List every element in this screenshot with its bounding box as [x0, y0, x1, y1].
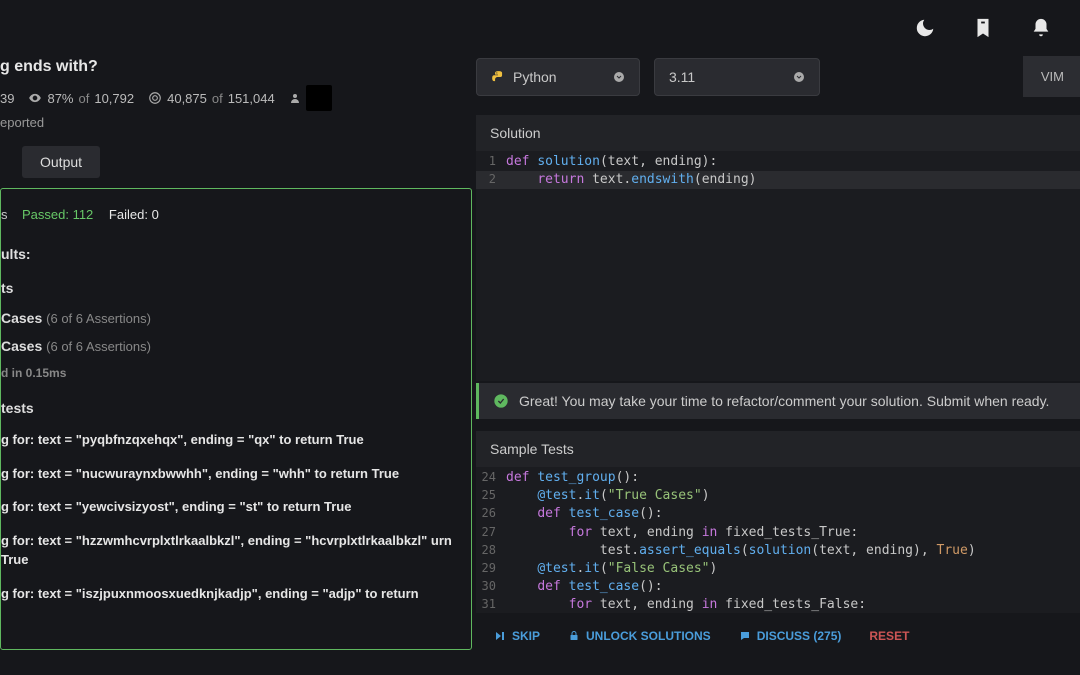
line-number: 25 — [476, 487, 506, 505]
line-number: 31 — [476, 596, 506, 613]
completed-time: d in 0.15ms — [1, 366, 459, 380]
test-result: g for: text = "yewcivsizyost", ending = … — [1, 497, 459, 517]
comment-icon — [739, 630, 751, 642]
skip-icon — [494, 630, 506, 642]
main: g ends with? 39 87% of 10,792 40,875 of … — [0, 56, 1080, 675]
version-select[interactable]: 3.11 — [654, 58, 820, 96]
solution-panel-head: Solution — [476, 115, 1080, 151]
output-panel: s Passed: 112 Failed: 0 ults: ts Cases (… — [0, 188, 472, 650]
code-line: def solution(text, ending): — [506, 153, 717, 171]
stat-completions: 40,875 of 151,044 — [148, 91, 275, 106]
line-number: 28 — [476, 542, 506, 560]
solution-editor[interactable]: 1def solution(text, ending): 2 return te… — [476, 151, 1080, 381]
passed-status: Passed: 112 — [22, 207, 93, 222]
line-number: 27 — [476, 524, 506, 542]
random-tests-section: tests — [1, 400, 459, 416]
chevron-down-icon — [793, 71, 805, 83]
test-result: g for: text = "nucwuraynxbwwhh", ending … — [1, 464, 459, 484]
test-result: g for: text = "iszjpuxnmoosxuedknjkadjp"… — [1, 584, 459, 604]
reset-button[interactable]: RESET — [859, 623, 919, 649]
author[interactable] — [289, 85, 332, 111]
action-bar: SKIP UNLOCK SOLUTIONS DISCUSS (275) RESE… — [476, 613, 1080, 649]
code-line: @test.it("True Cases") — [506, 487, 710, 505]
stat-count: 39 — [0, 91, 14, 106]
lang-label: Python — [513, 69, 557, 85]
avatar — [306, 85, 332, 111]
code-line: for text, ending in fixed_tests_False: — [506, 596, 866, 613]
eye-icon — [28, 91, 42, 105]
bell-icon[interactable] — [1030, 17, 1052, 39]
success-banner: Great! You may take your time to refacto… — [476, 383, 1080, 419]
selectors: Python 3.11 VIM — [476, 56, 1080, 97]
moon-icon[interactable] — [914, 17, 936, 39]
unlock-button[interactable]: UNLOCK SOLUTIONS — [558, 623, 721, 649]
tab-output[interactable]: Output — [22, 146, 100, 178]
sample-tests-editor[interactable]: 24def test_group(): 25 @test.it("True Ca… — [476, 467, 1080, 613]
code-line: return text.endswith(ending) — [506, 171, 757, 189]
code-line: def test_case(): — [506, 578, 663, 596]
line-number: 30 — [476, 578, 506, 596]
right-panel: Python 3.11 VIM Solution 1def solution(t… — [472, 56, 1080, 675]
line-number: 1 — [476, 153, 506, 171]
version-label: 3.11 — [669, 69, 695, 85]
chevron-down-icon — [613, 71, 625, 83]
vim-button[interactable]: VIM — [1023, 56, 1080, 97]
kata-title: g ends with? — [0, 58, 472, 76]
header — [0, 0, 1080, 56]
test-result: g for: text = "pyqbfnzqxehqx", ending = … — [1, 430, 459, 450]
results-heading: ults: — [1, 246, 459, 262]
sample-panel-head: Sample Tests — [476, 431, 1080, 467]
python-icon — [491, 70, 505, 84]
title-row: g ends with? — [0, 56, 472, 82]
test-result: g for: text = "hzzwmhcvrplxtlrkaalbkzl",… — [1, 531, 459, 570]
tabbar: Output — [0, 146, 472, 178]
code-line: test.assert_equals(solution(text, ending… — [506, 542, 976, 560]
code-line: def test_case(): — [506, 505, 663, 523]
user-icon — [289, 92, 301, 104]
reported-label: eported — [0, 115, 472, 140]
time-label: s — [1, 207, 8, 222]
true-cases: Cases (6 of 6 Assertions) — [1, 310, 459, 326]
line-number: 2 — [476, 171, 506, 189]
bookmark-icon[interactable] — [972, 17, 994, 39]
stats-row: 39 87% of 10,792 40,875 of 151,044 — [0, 82, 472, 115]
line-number: 26 — [476, 505, 506, 523]
failed-status: Failed: 0 — [109, 207, 159, 222]
code-line: @test.it("False Cases") — [506, 560, 717, 578]
check-circle-icon — [493, 393, 509, 409]
left-panel: g ends with? 39 87% of 10,792 40,875 of … — [0, 56, 472, 675]
line-number: 24 — [476, 469, 506, 487]
line-number: 29 — [476, 560, 506, 578]
target-icon — [148, 91, 162, 105]
skip-button[interactable]: SKIP — [484, 623, 550, 649]
fixed-tests-section: ts — [1, 280, 459, 296]
lock-icon — [568, 630, 580, 642]
stat-satisfaction: 87% of 10,792 — [28, 91, 134, 106]
discuss-button[interactable]: DISCUSS (275) — [729, 623, 852, 649]
status-line: s Passed: 112 Failed: 0 — [1, 207, 459, 222]
language-select[interactable]: Python — [476, 58, 640, 96]
code-line: for text, ending in fixed_tests_True: — [506, 524, 858, 542]
banner-text: Great! You may take your time to refacto… — [519, 393, 1049, 409]
code-line: def test_group(): — [506, 469, 639, 487]
false-cases: Cases (6 of 6 Assertions) — [1, 338, 459, 354]
